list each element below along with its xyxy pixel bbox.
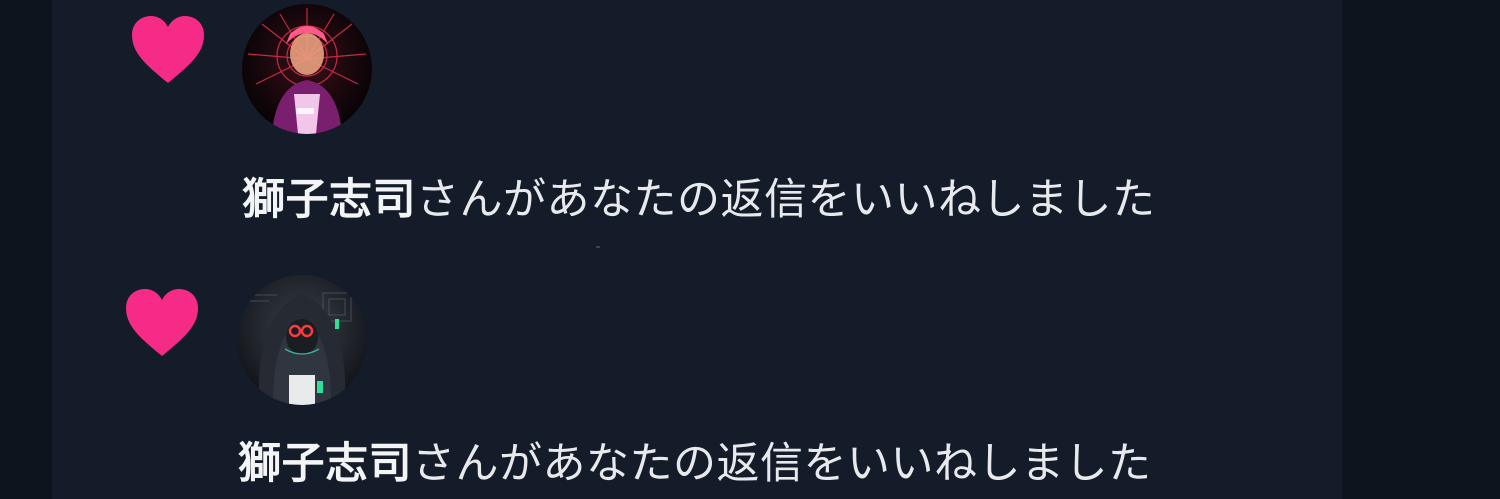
action-text: さんがあなたの返信をいいねしました	[416, 175, 1156, 225]
heart-icon	[126, 289, 198, 356]
divider-speck	[596, 246, 600, 248]
user-avatar[interactable]	[242, 4, 372, 134]
notification-item[interactable]: 獅子志司さんがあなたの返信をいいねしました	[0, 262, 1500, 499]
notifications-screen: 獅子志司さんがあなたの返信をいいねしました 獅子志司さんがあなたの返信をいいねし…	[0, 0, 1500, 499]
user-name[interactable]: 獅子志司	[238, 439, 412, 489]
notification-text: 獅子志司さんがあなたの返信をいいねしました	[238, 438, 1152, 490]
user-avatar[interactable]	[237, 275, 367, 405]
notification-text: 獅子志司さんがあなたの返信をいいねしました	[242, 174, 1156, 226]
action-text: さんがあなたの返信をいいねしました	[412, 439, 1152, 489]
heart-icon	[132, 16, 204, 83]
user-name[interactable]: 獅子志司	[242, 175, 416, 225]
notification-item[interactable]: 獅子志司さんがあなたの返信をいいねしました	[0, 0, 1500, 248]
